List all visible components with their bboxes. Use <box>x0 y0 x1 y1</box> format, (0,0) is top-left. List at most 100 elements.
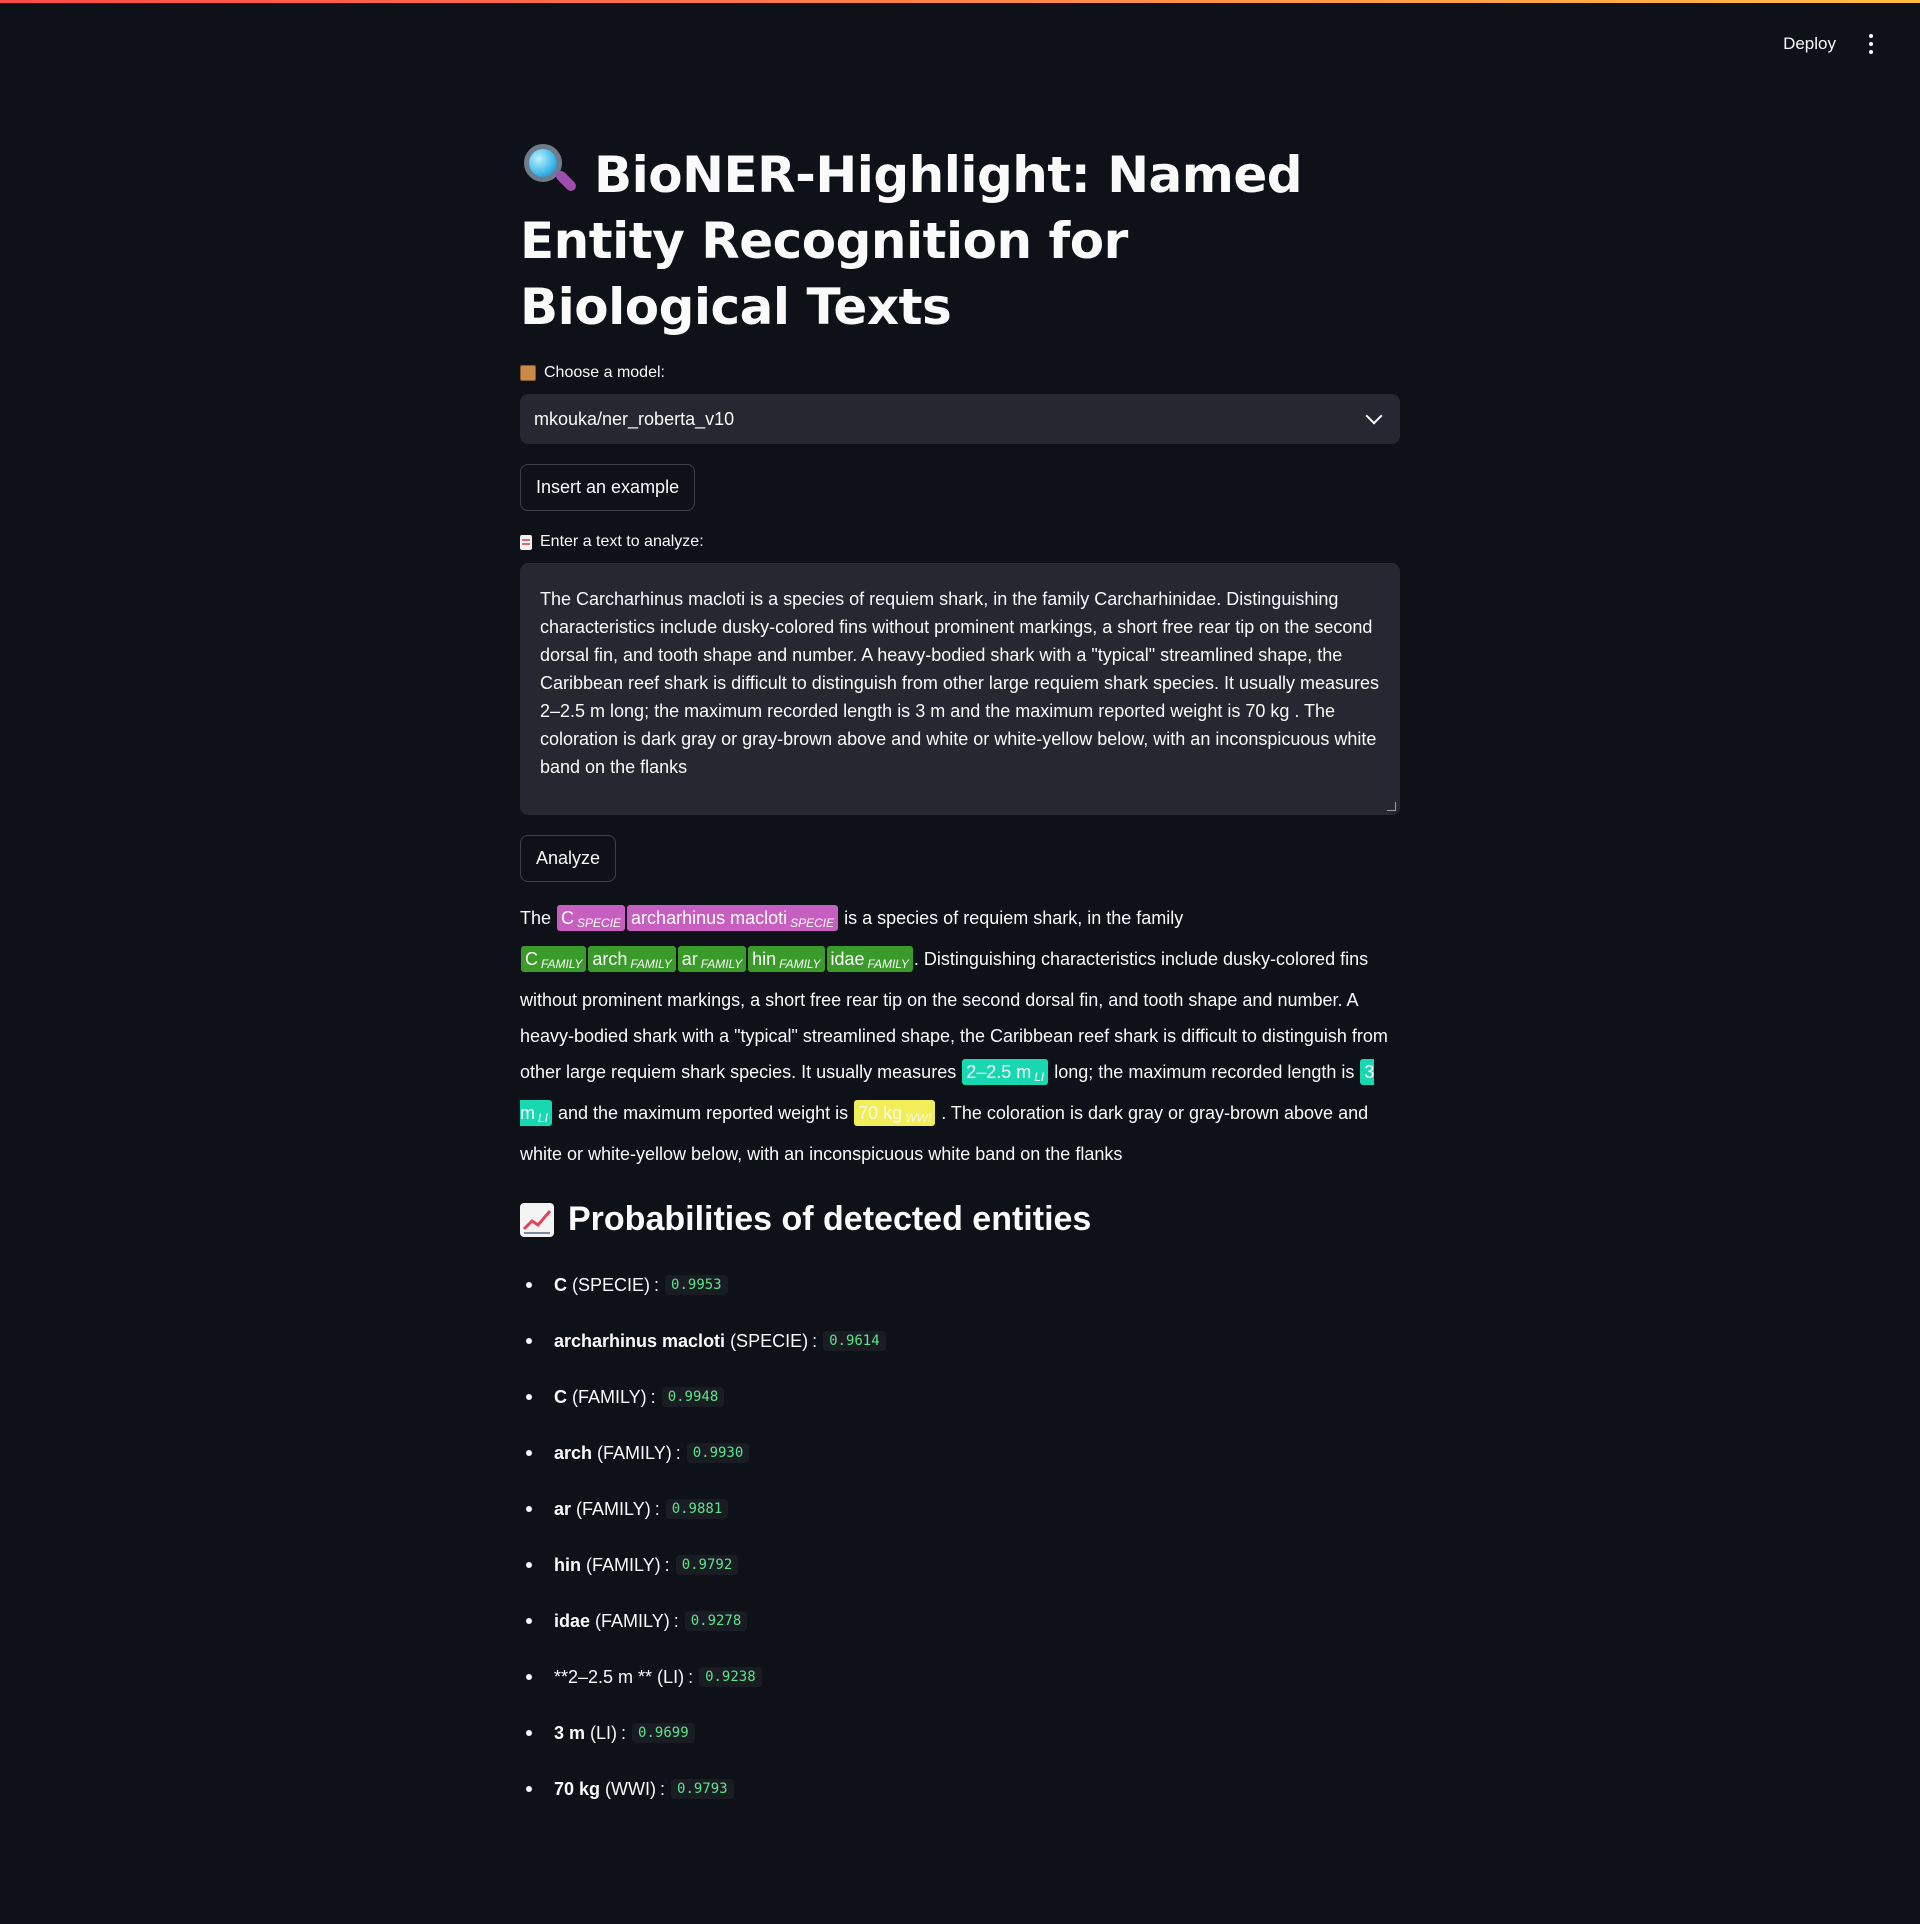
entity-type: (WWI) <box>605 1778 656 1799</box>
resize-handle-icon[interactable] <box>1387 802 1396 811</box>
entity-highlight: idae FAMILY <box>826 946 913 972</box>
model-select-label: Choose a model: <box>520 364 1400 382</box>
probability-item: archarhinus macloti (SPECIE):0.9614 <box>520 1313 1400 1369</box>
entity-highlight: ar FAMILY <box>677 946 747 972</box>
probability-item: arch (FAMILY):0.9930 <box>520 1425 1400 1481</box>
probability-score: 0.9948 <box>661 1387 725 1407</box>
entity-label: FAMILY <box>630 957 672 971</box>
entity-highlight: arch FAMILY <box>588 946 676 972</box>
separator: : <box>654 1274 660 1295</box>
entity-highlight: 2–2.5 m LI <box>962 1059 1049 1085</box>
result-text: long; the maximum recorded length is <box>1049 1062 1360 1082</box>
probability-score: 0.9881 <box>665 1499 729 1519</box>
analyze-button[interactable]: Analyze <box>520 835 617 882</box>
entity-label: LI <box>1034 1070 1045 1084</box>
top-decoration-bar <box>0 0 1920 3</box>
page-title-text: BioNER-Highlight: Named Entity Recogniti… <box>520 146 1303 336</box>
bullet-icon <box>526 1786 532 1792</box>
bullet-icon <box>526 1450 532 1456</box>
probability-item: idae (FAMILY):0.9278 <box>520 1593 1400 1649</box>
probability-score: 0.9930 <box>686 1443 750 1463</box>
entity-type: (LI) <box>590 1722 618 1743</box>
main-menu-icon[interactable] <box>1862 32 1880 56</box>
text-input-label-text: Enter a text to analyze: <box>540 533 704 550</box>
entity-name: arch <box>554 1442 593 1463</box>
bullet-icon <box>526 1674 532 1680</box>
entity-text: C <box>525 949 538 969</box>
separator: : <box>673 1610 679 1631</box>
entity-type: **2–2.5 m ** (LI) <box>554 1666 685 1687</box>
bullet-icon <box>526 1282 532 1288</box>
entity-text: 2–2.5 m <box>966 1062 1032 1082</box>
bullet-icon <box>526 1338 532 1344</box>
model-select[interactable]: mkouka/ner_roberta_v10 <box>520 394 1400 444</box>
entity-text: C <box>561 908 575 928</box>
result-text: is a species of requiem shark, in the fa… <box>839 908 1184 928</box>
probability-item: ar (FAMILY):0.9881 <box>520 1481 1400 1537</box>
package-icon <box>520 365 536 381</box>
entity-type: (FAMILY) <box>572 1386 647 1407</box>
probability-item: 3 m (LI):0.9699 <box>520 1705 1400 1761</box>
entity-label: SPECIE <box>790 916 835 930</box>
separator: : <box>664 1554 670 1575</box>
entity-name: C <box>554 1386 567 1407</box>
entity-name: ar <box>554 1498 572 1519</box>
probability-score: 0.9699 <box>632 1723 695 1743</box>
probabilities-heading: Probabilities of detected entities <box>520 1200 1400 1239</box>
page-title: BioNER-Highlight: Named Entity Recogniti… <box>520 140 1400 340</box>
probability-item: C (FAMILY):0.9948 <box>520 1369 1400 1425</box>
separator: : <box>688 1666 694 1687</box>
entity-type: (FAMILY) <box>586 1554 661 1575</box>
probability-item: hin (FAMILY):0.9792 <box>520 1537 1400 1593</box>
entity-type: (FAMILY) <box>597 1442 672 1463</box>
bullet-icon <box>526 1562 532 1568</box>
probability-item: 70 kg (WWI):0.9793 <box>520 1761 1400 1817</box>
chevron-down-icon <box>1365 407 1383 425</box>
entity-text: ar <box>681 949 698 969</box>
entity-type: (SPECIE) <box>730 1330 809 1351</box>
entity-name: 70 kg <box>554 1778 601 1799</box>
entity-text: idae <box>830 949 865 969</box>
chart-increasing-icon <box>520 1202 554 1237</box>
entity-type: (FAMILY) <box>595 1610 670 1631</box>
separator: : <box>621 1722 627 1743</box>
entity-highlight: C FAMILY <box>521 946 587 972</box>
entity-label: FAMILY <box>779 957 821 971</box>
entity-name: 3 m <box>554 1722 586 1743</box>
entity-label: FAMILY <box>867 957 909 971</box>
result-text: and the maximum reported weight is <box>553 1103 854 1123</box>
separator: : <box>660 1778 666 1799</box>
entity-highlight: C SPECIE <box>557 905 626 931</box>
insert-example-button[interactable]: Insert an example <box>520 464 696 511</box>
text-input-area[interactable]: The Carcharhinus macloti is a species of… <box>520 563 1400 815</box>
entity-type: (SPECIE) <box>572 1274 651 1295</box>
deploy-button[interactable]: Deploy <box>1779 28 1840 60</box>
bullet-icon <box>526 1394 532 1400</box>
highlighted-result: The C SPECIE archarhinus macloti SPECIE is … <box>520 900 1400 1172</box>
text-input-label: Enter a text to analyze: <box>520 533 1400 551</box>
entity-name: hin <box>554 1554 581 1575</box>
probability-score: 0.9793 <box>671 1779 734 1799</box>
model-select-label-text: Choose a model: <box>544 364 665 381</box>
text-input-value: The Carcharhinus macloti is a species of… <box>540 589 1380 777</box>
entity-label: WWI <box>905 1111 932 1125</box>
probability-score: 0.9792 <box>675 1555 739 1575</box>
magnifying-glass-icon <box>520 140 579 198</box>
entity-label: FAMILY <box>541 957 583 971</box>
probability-score: 0.9614 <box>823 1331 886 1351</box>
probability-score: 0.9238 <box>699 1667 762 1687</box>
probability-score: 0.9953 <box>665 1275 728 1295</box>
entity-name: archarhinus macloti <box>554 1330 726 1351</box>
separator: : <box>654 1498 660 1519</box>
entity-text: 70 kg <box>858 1103 903 1123</box>
model-select-value: mkouka/ner_roberta_v10 <box>534 408 735 429</box>
probabilities-heading-text: Probabilities of detected entities <box>568 1200 1092 1238</box>
bullet-icon <box>526 1506 532 1512</box>
bullet-icon <box>526 1618 532 1624</box>
bullet-icon <box>526 1730 532 1736</box>
app-header: Deploy <box>1779 28 1880 60</box>
separator: : <box>650 1386 656 1407</box>
separator: : <box>812 1330 818 1351</box>
probability-score: 0.9278 <box>684 1611 748 1631</box>
entity-text: hin <box>752 949 777 969</box>
